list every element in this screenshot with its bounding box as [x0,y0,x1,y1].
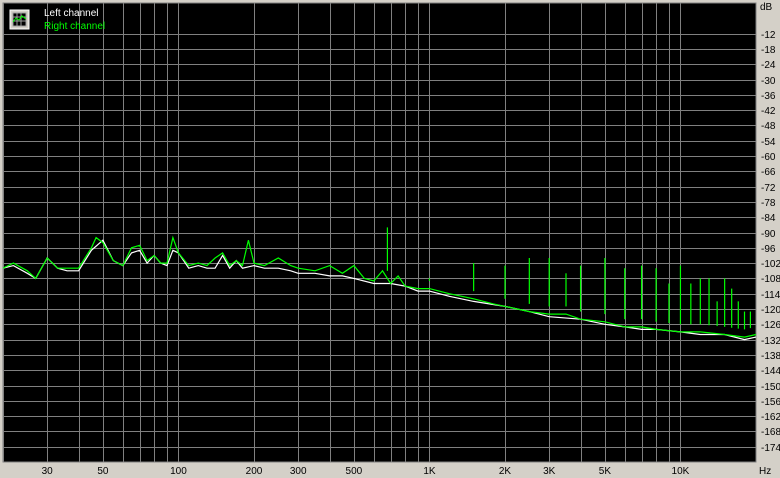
y-tick-label: -18 [761,45,776,56]
x-tick-label: 5K [599,466,612,477]
y-tick-label: -120 [761,305,780,316]
y-tick-label: -114 [761,290,780,301]
y-tick-label: -150 [761,382,780,393]
y-tick-label: -48 [761,121,776,132]
y-tick-label: -144 [761,366,780,377]
y-tick-label: -96 [761,244,776,255]
y-tick-label: -108 [761,274,780,285]
x-tick-label: 300 [290,466,307,477]
x-tick-label: 200 [246,466,263,477]
legend-right-channel: Right channel [44,21,105,32]
y-tick-label: -168 [761,427,780,438]
y-tick-label: -54 [761,137,776,148]
y-tick-label: -78 [761,198,776,209]
x-tick-label: 30 [42,466,54,477]
x-unit-label: Hz [759,466,771,477]
x-tick-label: 10K [672,466,690,477]
y-tick-label: -132 [761,336,780,347]
y-tick-label: -174 [761,443,780,454]
y-tick-label: -126 [761,320,780,331]
y-tick-label: -84 [761,213,776,224]
spectrum-grid-icon[interactable] [9,9,30,30]
y-tick-label: -162 [761,412,780,423]
y-tick-label: -90 [761,229,776,240]
x-tick-label: 2K [499,466,512,477]
y-tick-label: -36 [761,91,776,102]
y-tick-label: -42 [761,106,776,117]
x-tick-label: 50 [97,466,109,477]
x-tick-label: 500 [346,466,363,477]
y-tick-label: -24 [761,60,776,71]
y-unit-label: dB [760,2,773,13]
y-tick-label: -102 [761,259,780,270]
x-tick-label: 1K [423,466,436,477]
spectrum-plot-window: dB -12 -18 -24 -30 -36 -42 -48 -54 -60 -66 -72 -78 -… [0,0,780,478]
plot-background [2,2,757,463]
x-tick-label: 3K [543,466,556,477]
x-tick-label: 100 [170,466,187,477]
legend-left-channel: Left channel [44,8,99,19]
y-tick-label: -66 [761,167,776,178]
y-tick-label: -72 [761,183,776,194]
y-tick-label: -156 [761,397,780,408]
y-tick-label: -60 [761,152,776,163]
y-axis: dB -12 -18 -24 -30 -36 -42 -48 -54 -60 -66 -72 -78 -… [760,2,780,454]
spectrum-chart: dB -12 -18 -24 -30 -36 -42 -48 -54 -60 -66 -72 -78 -… [2,2,780,477]
y-tick-label: -30 [761,76,776,87]
x-axis: Hz 30 50 100 200 300 500 1K 2K 3K 5K 10K [42,466,772,477]
y-tick-label: -12 [761,30,776,41]
y-tick-label: -138 [761,351,780,362]
